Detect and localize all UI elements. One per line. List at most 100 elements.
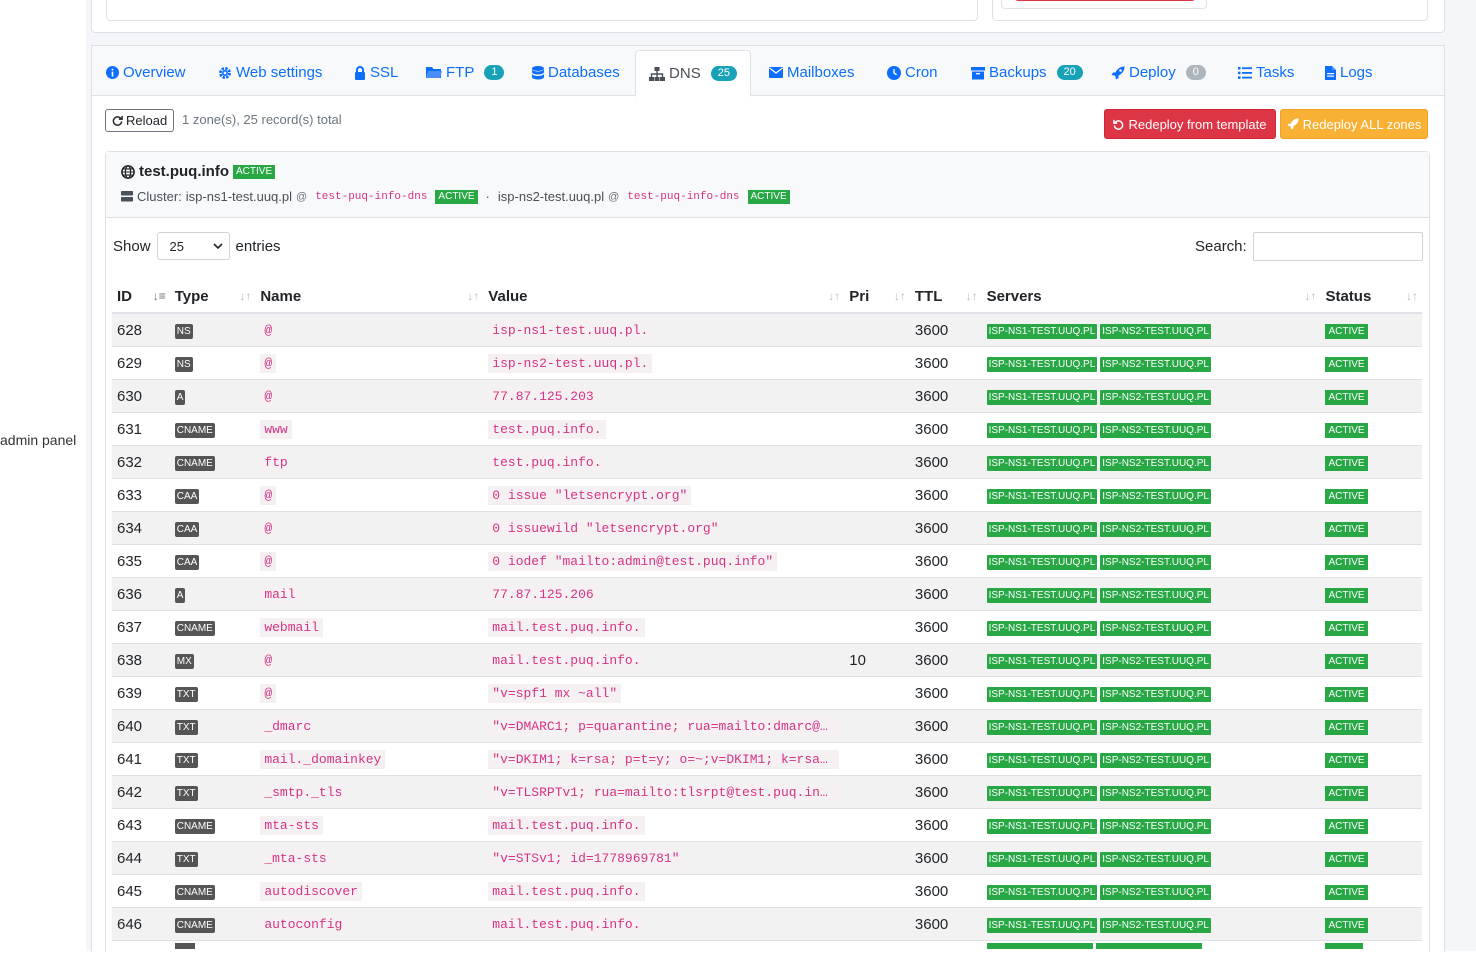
record-ttl: 3600 <box>910 413 982 446</box>
record-value-cell: mail.test.puq.info. <box>483 611 844 644</box>
tab-label: DNS <box>669 65 701 82</box>
column-header-name[interactable]: Name↓↑ <box>255 280 483 313</box>
table-row[interactable]: 645CNAMEautodiscovermail.test.puq.info.3… <box>112 875 1422 908</box>
tab-tasks[interactable]: Tasks <box>1238 50 1294 95</box>
record-name-cell: @ <box>255 545 483 578</box>
server-badge: ISP-NS2-TEST.UUQ.PL <box>1100 423 1211 438</box>
record-value: "v=DMARC1; p=quarantine; rua=mailto:dmar… <box>488 717 839 736</box>
tab-badge-count: 25 <box>711 66 737 81</box>
tab-web-settings[interactable]: Web settings <box>218 50 322 95</box>
record-id: 629 <box>112 347 170 380</box>
table-row[interactable]: 646CNAMEautoconfigmail.test.puq.info.360… <box>112 908 1422 941</box>
record-ttl: 3600 <box>910 743 982 776</box>
record-status-cell: ACTIVE <box>1320 908 1422 941</box>
record-servers-cell: ISP-NS1-TEST.UUQ.PLISP-NS2-TEST.UUQ.PL <box>982 875 1321 908</box>
sort-icon: ↓↑ <box>1304 289 1316 303</box>
record-servers-cell: ISP-NS1-TEST.UUQ.PLISP-NS2-TEST.UUQ.PL <box>982 545 1321 578</box>
tab-deploy[interactable]: Deploy 0 <box>1111 50 1206 95</box>
record-priority <box>844 677 910 710</box>
table-row[interactable]: 642TXT_smtp._tls"v=TLSRPTv1; rua=mailto:… <box>112 776 1422 809</box>
record-priority <box>844 446 910 479</box>
globe-icon <box>121 165 135 179</box>
table-row[interactable]: 638MX@mail.test.puq.info.103600ISP-NS1-T… <box>112 644 1422 677</box>
record-status-cell: ACTIVE <box>1320 413 1422 446</box>
server-badge: ISP-NS2-TEST.UUQ.PL <box>1100 390 1211 405</box>
record-value-cell: "v=STSv1; id=1778969781" <box>483 842 844 875</box>
record-priority <box>844 545 910 578</box>
tab-cron[interactable]: Cron <box>887 50 938 95</box>
zone-card: test.puq.info ACTIVE Cluster: isp-ns1-te… <box>105 151 1430 952</box>
sidebar-partial-text[interactable]: admin panel <box>0 432 76 448</box>
table-row[interactable]: 630A@77.87.125.2033600ISP-NS1-TEST.UUQ.P… <box>112 380 1422 413</box>
server-badge: ISP-NS2-TEST.UUQ.PL <box>1100 456 1211 471</box>
table-row[interactable]: 635CAA@0 iodef "mailto:admin@test.puq.in… <box>112 545 1422 578</box>
column-header-servers[interactable]: Servers↓↑ <box>982 280 1321 313</box>
record-type-cell: CAA <box>170 512 256 545</box>
redeploy-template-label: Redeploy from template <box>1128 117 1266 132</box>
table-row[interactable]: 640TXT_dmarc"v=DMARC1; p=quarantine; rua… <box>112 710 1422 743</box>
record-id: 641 <box>112 743 170 776</box>
record-ttl: 3600 <box>910 446 982 479</box>
record-value: test.puq.info. <box>488 453 605 472</box>
redeploy-template-button[interactable]: Redeploy from template <box>1104 109 1276 139</box>
record-id: 645 <box>112 875 170 908</box>
status-badge: ACTIVE <box>1325 786 1367 801</box>
table-row[interactable]: 643CNAMEmta-stsmail.test.puq.info.3600IS… <box>112 809 1422 842</box>
table-row[interactable]: 632CNAMEftptest.puq.info.3600ISP-NS1-TES… <box>112 446 1422 479</box>
record-status-cell: ACTIVE <box>1320 710 1422 743</box>
column-header-type[interactable]: Type↓↑ <box>170 280 256 313</box>
table-row[interactable]: 633CAA@0 issue "letsencrypt.org"3600ISP-… <box>112 479 1422 512</box>
table-row[interactable]: 644TXT_mta-sts"v=STSv1; id=1778969781"36… <box>112 842 1422 875</box>
record-name: @ <box>260 354 276 373</box>
column-header-pri[interactable]: Pri↓↑ <box>844 280 910 313</box>
folder-icon <box>426 66 442 79</box>
search-input[interactable] <box>1253 232 1423 261</box>
column-header-id[interactable]: ID↓≡ <box>112 280 170 313</box>
ns2-host: isp-ns2-test.uuq.pl <box>498 189 604 204</box>
ns2-status-badge: ACTIVE <box>748 190 790 204</box>
status-badge: ACTIVE <box>1325 489 1367 504</box>
column-header-status[interactable]: Status↓↑ <box>1320 280 1422 313</box>
tab-ftp[interactable]: FTP 1 <box>426 50 504 95</box>
record-id: 642 <box>112 776 170 809</box>
reload-button[interactable]: Reload <box>105 109 174 132</box>
record-value-cell: "v=DMARC1; p=quarantine; rua=mailto:dmar… <box>483 710 844 743</box>
tab-logs[interactable]: Logs <box>1325 50 1373 95</box>
record-status-cell: ACTIVE <box>1320 545 1422 578</box>
tab-ssl[interactable]: SSL <box>354 50 398 95</box>
record-name: mail._domainkey <box>260 750 385 769</box>
server-badge: ISP-NS2-TEST.UUQ.PL <box>1100 786 1211 801</box>
server-badge: ISP-NS1-TEST.UUQ.PL <box>987 918 1098 933</box>
tab-databases[interactable]: Databases <box>532 50 620 95</box>
page-length-select[interactable]: 25 <box>157 232 230 260</box>
tab-dns[interactable]: DNS 25 <box>635 50 751 97</box>
table-row[interactable]: 637CNAMEwebmailmail.test.puq.info.3600IS… <box>112 611 1422 644</box>
tab-backups[interactable]: Backups 20 <box>971 50 1083 95</box>
record-type-badge: CNAME <box>175 885 215 900</box>
table-row[interactable]: 631CNAMEwwwtest.puq.info.3600ISP-NS1-TES… <box>112 413 1422 446</box>
column-header-value[interactable]: Value↓↑ <box>483 280 844 313</box>
record-type-badge: A <box>175 390 186 405</box>
record-value: "v=spf1 mx ~all" <box>488 684 621 703</box>
record-ttl: 3600 <box>910 875 982 908</box>
at-sign: @ <box>296 191 307 203</box>
tab-mailboxes[interactable]: Mailboxes <box>769 50 855 95</box>
column-header-ttl[interactable]: TTL↓↑ <box>910 280 982 313</box>
table-row[interactable]: 628NS@isp-ns1-test.uuq.pl.3600ISP-NS1-TE… <box>112 313 1422 347</box>
tab-overview[interactable]: Overview <box>106 50 186 95</box>
record-id: 635 <box>112 545 170 578</box>
table-row[interactable]: 641TXTmail._domainkey"v=DKIM1; k=rsa; p=… <box>112 743 1422 776</box>
record-value-cell: test.puq.info. <box>483 446 844 479</box>
record-status-cell: ACTIVE <box>1320 479 1422 512</box>
record-type-badge: NS <box>175 324 193 339</box>
table-row[interactable]: 629NS@isp-ns2-test.uuq.pl.3600ISP-NS1-TE… <box>112 347 1422 380</box>
table-row[interactable]: 634CAA@0 issuewild "letsencrypt.org"3600… <box>112 512 1422 545</box>
record-name-cell: @ <box>255 347 483 380</box>
table-row[interactable]: 639TXT@"v=spf1 mx ~all"3600ISP-NS1-TEST.… <box>112 677 1422 710</box>
record-servers-cell: ISP-NS1-TEST.UUQ.PLISP-NS2-TEST.UUQ.PL <box>982 479 1321 512</box>
top-card-red-button-edge[interactable] <box>1015 0 1195 1</box>
table-row[interactable]: 636Amail77.87.125.2063600ISP-NS1-TEST.UU… <box>112 578 1422 611</box>
record-servers-cell: ISP-NS1-TEST.UUQ.PLISP-NS2-TEST.UUQ.PL <box>982 446 1321 479</box>
redeploy-all-button[interactable]: Redeploy ALL zones <box>1280 109 1428 139</box>
page-length-value: 25 <box>170 239 184 254</box>
